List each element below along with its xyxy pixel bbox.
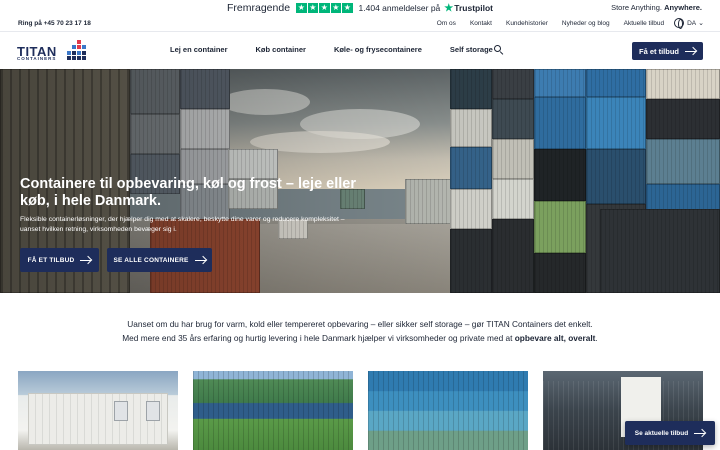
star-icon: ★ xyxy=(330,2,342,14)
trustpilot-rating-word: Fremragende xyxy=(227,2,291,14)
link-customer-stories[interactable]: Kundehistorier xyxy=(506,20,548,27)
utility-bar: Ring på +45 70 23 17 18 Om os Kontakt Ku… xyxy=(0,16,720,32)
see-all-containers-button[interactable]: SE ALLE CONTAINERE xyxy=(107,248,212,272)
trustpilot-stars: ★ ★ ★ ★ ★ xyxy=(296,2,353,14)
tagline-emphasis: Anywhere. xyxy=(664,3,702,12)
logo-subtext: CONTAINERS xyxy=(17,56,57,61)
language-code: DA xyxy=(687,19,697,27)
logo-grid-icon xyxy=(67,40,87,60)
hero: Containere til opbevaring, køl og frost … xyxy=(0,69,720,293)
link-news-blog[interactable]: Nyheder og blog xyxy=(562,20,610,27)
trustpilot-brand: Trustpilot xyxy=(454,3,493,13)
current-offers-label: Se aktuelle tilbud xyxy=(634,429,689,437)
hero-description: Fleksible containerløsninger, der hjælpe… xyxy=(20,216,345,233)
intro-line-2-text: Med mere end 35 års erfaring og hurtig l… xyxy=(122,332,513,343)
intro-line-2-bold: opbevare alt, overalt xyxy=(514,332,596,343)
card-reefer-container[interactable] xyxy=(18,371,178,450)
hero-title: Containere til opbevaring, køl og frost … xyxy=(20,176,356,209)
intro-text: Uanset om du har brug for varm, kold ell… xyxy=(0,318,720,345)
star-icon: ★ xyxy=(296,2,307,14)
nav-self-storage[interactable]: Self storage xyxy=(450,45,493,54)
star-icon: ★ xyxy=(342,2,353,14)
intro-line-2-suffix: . xyxy=(595,332,598,343)
card-rent-container[interactable] xyxy=(193,371,353,450)
intro-line-1: Uanset om du har brug for varm, kold ell… xyxy=(127,319,593,329)
trustpilot-review-count: 1.404 anmeldelser på xyxy=(358,3,441,13)
get-quote-label: Få et tilbud xyxy=(639,46,679,56)
search-icon[interactable] xyxy=(494,45,504,55)
phone-link[interactable]: Ring på +45 70 23 17 18 xyxy=(18,20,91,27)
star-icon: ★ xyxy=(307,2,319,14)
link-contact[interactable]: Kontakt xyxy=(470,20,492,27)
nav-buy-container[interactable]: Køb container xyxy=(256,45,306,54)
chevron-down-icon: ⌄ xyxy=(698,20,704,27)
arrow-right-icon xyxy=(685,50,696,52)
primary-menu: Lej en container Køb container Køle- og … xyxy=(170,45,521,54)
nav-rent-container[interactable]: Lej en container xyxy=(170,45,228,54)
hero-get-quote-label: FÅ ET TILBUD xyxy=(27,256,75,264)
tagline-prefix: Store Anything. xyxy=(611,3,662,12)
nav-reefer-containers[interactable]: Køle- og frysecontainere xyxy=(334,45,422,54)
link-about[interactable]: Om os xyxy=(437,20,456,27)
intro-line-2: Med mere end 35 års erfaring og hurtig l… xyxy=(0,332,720,346)
utility-links: Om os Kontakt Kundehistorier Nyheder og … xyxy=(423,18,704,29)
trustpilot-logo[interactable]: ★ Trustpilot xyxy=(444,3,493,14)
globe-icon xyxy=(674,18,685,29)
star-icon: ★ xyxy=(319,2,330,14)
card-buy-container[interactable] xyxy=(368,371,528,450)
tagline: Store Anything. Anywhere. xyxy=(611,3,702,12)
arrow-right-icon xyxy=(694,432,706,434)
trustpilot-star-icon: ★ xyxy=(444,2,454,14)
arrow-right-icon xyxy=(194,259,206,261)
logo[interactable]: TITAN CONTAINERS xyxy=(17,40,89,62)
language-selector[interactable]: DA ⌄ xyxy=(674,18,704,29)
hero-get-quote-button[interactable]: FÅ ET TILBUD xyxy=(20,248,99,272)
see-all-containers-label: SE ALLE CONTAINERE xyxy=(113,256,189,264)
link-current-offers[interactable]: Aktuelle tilbud xyxy=(624,20,664,27)
arrow-right-icon xyxy=(80,259,92,261)
main-nav: TITAN CONTAINERS Lej en container Køb co… xyxy=(0,32,720,69)
get-quote-button[interactable]: Få et tilbud xyxy=(632,42,703,60)
current-offers-floating-button[interactable]: Se aktuelle tilbud xyxy=(625,421,715,445)
